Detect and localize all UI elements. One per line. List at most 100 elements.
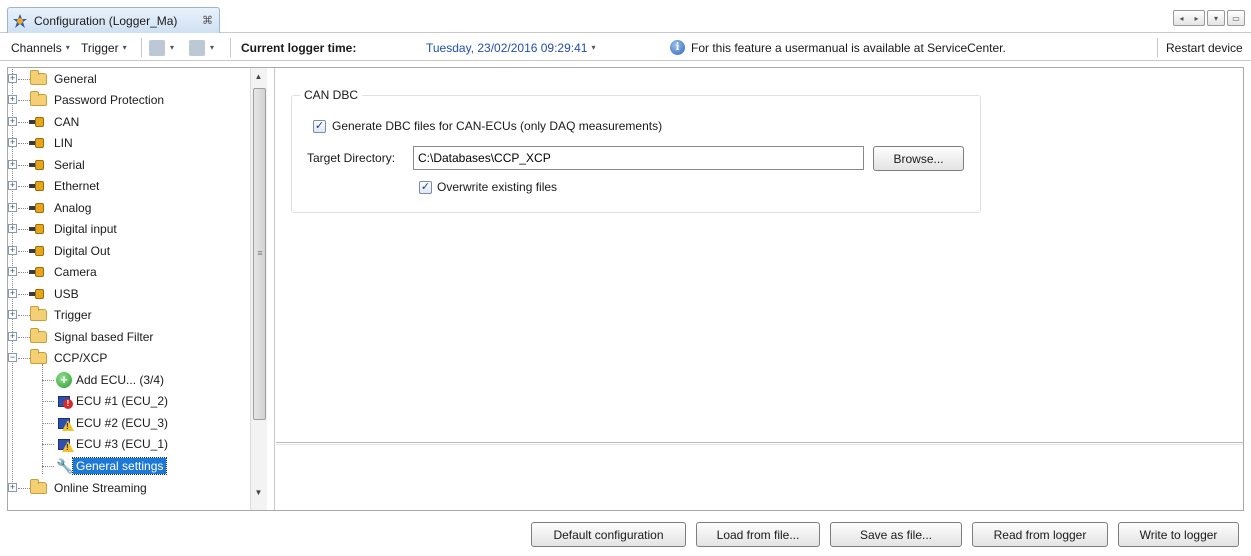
tree-item-online-streaming[interactable]: + Online Streaming — [8, 478, 248, 499]
restart-device-button[interactable]: Restart device — [1166, 34, 1243, 61]
toolbar — [0, 34, 1251, 61]
current-time-label: Current logger time: — [241, 40, 357, 55]
write-to-logger-button[interactable]: Write to logger — [1118, 522, 1239, 547]
tab-close-icon[interactable]: ⌘ — [202, 14, 213, 27]
tree-item-can[interactable]: + CAN — [8, 112, 248, 133]
expand-icon[interactable]: + — [8, 117, 17, 126]
tree-item-camera[interactable]: + Camera — [8, 262, 248, 283]
channels-menu[interactable]: Channels ▾ — [11, 34, 70, 61]
expand-icon[interactable]: + — [8, 160, 17, 169]
overwrite-checkbox[interactable]: ✓ — [419, 181, 432, 194]
expand-icon[interactable]: + — [8, 483, 17, 492]
tree-item-label: General — [54, 72, 97, 86]
expand-icon[interactable]: + — [8, 203, 17, 212]
can-dbc-group-title: CAN DBC — [300, 88, 363, 102]
plug-icon — [29, 202, 48, 214]
tree-item-ccp-xcp[interactable]: − CCP/XCP — [8, 348, 248, 369]
chevron-down-icon: ▾ — [210, 43, 215, 52]
export-button[interactable]: ▾ — [189, 34, 214, 61]
expand-icon[interactable]: + — [8, 332, 17, 341]
tree-item-label: Ethernet — [54, 179, 100, 193]
tree-item-label: Camera — [54, 265, 97, 279]
load-from-file-button[interactable]: Load from file... — [696, 522, 820, 547]
import-button[interactable]: ▾ — [149, 34, 174, 61]
tree-item-label: LIN — [54, 136, 73, 150]
trigger-menu[interactable]: Trigger ▾ — [81, 34, 127, 61]
tree-item-usb[interactable]: + USB — [8, 284, 248, 305]
scroll-down-icon[interactable]: ▼ — [250, 488, 267, 502]
folder-icon — [30, 70, 47, 85]
tree-item-digital-input[interactable]: + Digital input — [8, 219, 248, 240]
save-as-file-button[interactable]: Save as file... — [830, 522, 962, 547]
tree-item-ecu-3[interactable]: ! ECU #3 (ECU_1) — [8, 434, 248, 455]
scroll-up-icon[interactable]: ▲ — [250, 72, 267, 86]
target-directory-input[interactable] — [413, 146, 864, 170]
default-configuration-button[interactable]: Default configuration — [531, 522, 686, 547]
config-tree: + General + Password Protection + CAN + … — [8, 68, 266, 510]
expand-icon[interactable]: + — [8, 74, 17, 83]
tree-item-signal-based-filter[interactable]: + Signal based Filter — [8, 327, 248, 348]
tree-item-digital-out[interactable]: + Digital Out — [8, 241, 248, 262]
folder-icon — [30, 328, 47, 343]
expand-icon[interactable]: + — [8, 289, 17, 298]
tree-item-serial[interactable]: + Serial — [8, 155, 248, 176]
split-divider[interactable] — [274, 68, 275, 510]
expand-icon[interactable]: + — [8, 224, 17, 233]
tree-item-general[interactable]: + General — [8, 69, 248, 90]
divider — [276, 444, 1243, 445]
tree-item-ecu-2[interactable]: ! ECU #2 (ECU_3) — [8, 413, 248, 434]
tree-item-add-ecu[interactable]: + Add ECU... (3/4) — [8, 370, 248, 391]
expand-icon[interactable]: + — [8, 138, 17, 147]
add-icon: + — [56, 372, 72, 388]
expand-icon[interactable]: + — [8, 246, 17, 255]
expand-icon[interactable]: + — [8, 95, 17, 104]
tree-item-trigger[interactable]: + Trigger — [8, 305, 248, 326]
tree-item-general-settings[interactable]: 🔧 General settings — [8, 456, 248, 477]
current-time-value[interactable]: Tuesday, 23/02/2016 09:29:41 ▾ — [426, 34, 595, 61]
collapse-icon[interactable]: − — [8, 353, 17, 362]
tree-item-label: Password Protection — [54, 93, 165, 107]
plug-icon — [29, 180, 48, 192]
tree-item-password-protection[interactable]: + Password Protection — [8, 90, 248, 111]
wrench-icon: 🔧 — [56, 458, 74, 474]
toolbar-separator — [230, 38, 231, 57]
tab-configuration[interactable]: Configuration (Logger_Ma) ⌘ — [7, 7, 220, 33]
tab-scroll-right-icon[interactable]: ▸ — [1194, 14, 1198, 23]
expand-icon[interactable]: + — [8, 310, 17, 319]
browse-button[interactable]: Browse... — [873, 146, 964, 171]
expand-icon[interactable]: + — [8, 267, 17, 276]
tab-scroll-left-icon[interactable]: ◂ — [1179, 14, 1183, 23]
tree-item-label: Add ECU... (3/4) — [76, 373, 165, 387]
expand-icon[interactable]: + — [8, 181, 17, 190]
tree-item-ecu-1[interactable]: ! ECU #1 (ECU_2) — [8, 391, 248, 412]
folder-icon — [30, 479, 47, 494]
tree-item-label: Digital input — [54, 222, 117, 236]
import-icon — [149, 39, 165, 56]
ecu-error-icon: ! — [56, 393, 73, 409]
tree-item-label: CAN — [54, 115, 80, 129]
folder-icon — [30, 306, 47, 321]
info-icon: i — [670, 40, 685, 55]
tab-scroll-buttons[interactable]: ◂ ▸ — [1173, 10, 1205, 26]
target-directory-label: Target Directory: — [307, 151, 396, 165]
tree-item-label: Analog — [54, 201, 92, 215]
tree-item-label: ECU #3 (ECU_1) — [76, 437, 169, 451]
tree-item-label: USB — [54, 287, 79, 301]
read-from-logger-button[interactable]: Read from logger — [972, 522, 1108, 547]
chevron-down-icon: ▾ — [591, 43, 596, 52]
tab-title: Configuration (Logger_Ma) — [34, 13, 178, 28]
generate-dbc-label: Generate DBC files for CAN-ECUs (only DA… — [332, 119, 663, 133]
maximize-icon[interactable]: ▭ — [1227, 10, 1245, 26]
info-text: For this feature a usermanual is availab… — [691, 40, 1006, 55]
tree-item-lin[interactable]: + LIN — [8, 133, 248, 154]
tab-list-dropdown-icon[interactable]: ▾ — [1207, 10, 1225, 26]
tree-item-label: CCP/XCP — [54, 351, 108, 365]
toolbar-separator — [1157, 38, 1158, 57]
tree-item-analog[interactable]: + Analog — [8, 198, 248, 219]
plug-icon — [29, 159, 48, 171]
window-controls: ◂ ▸ ▾ ▭ — [1173, 10, 1245, 26]
tree-item-ethernet[interactable]: + Ethernet — [8, 176, 248, 197]
folder-open-icon — [30, 349, 47, 364]
export-icon — [189, 39, 205, 56]
generate-dbc-checkbox[interactable]: ✓ — [313, 120, 326, 133]
